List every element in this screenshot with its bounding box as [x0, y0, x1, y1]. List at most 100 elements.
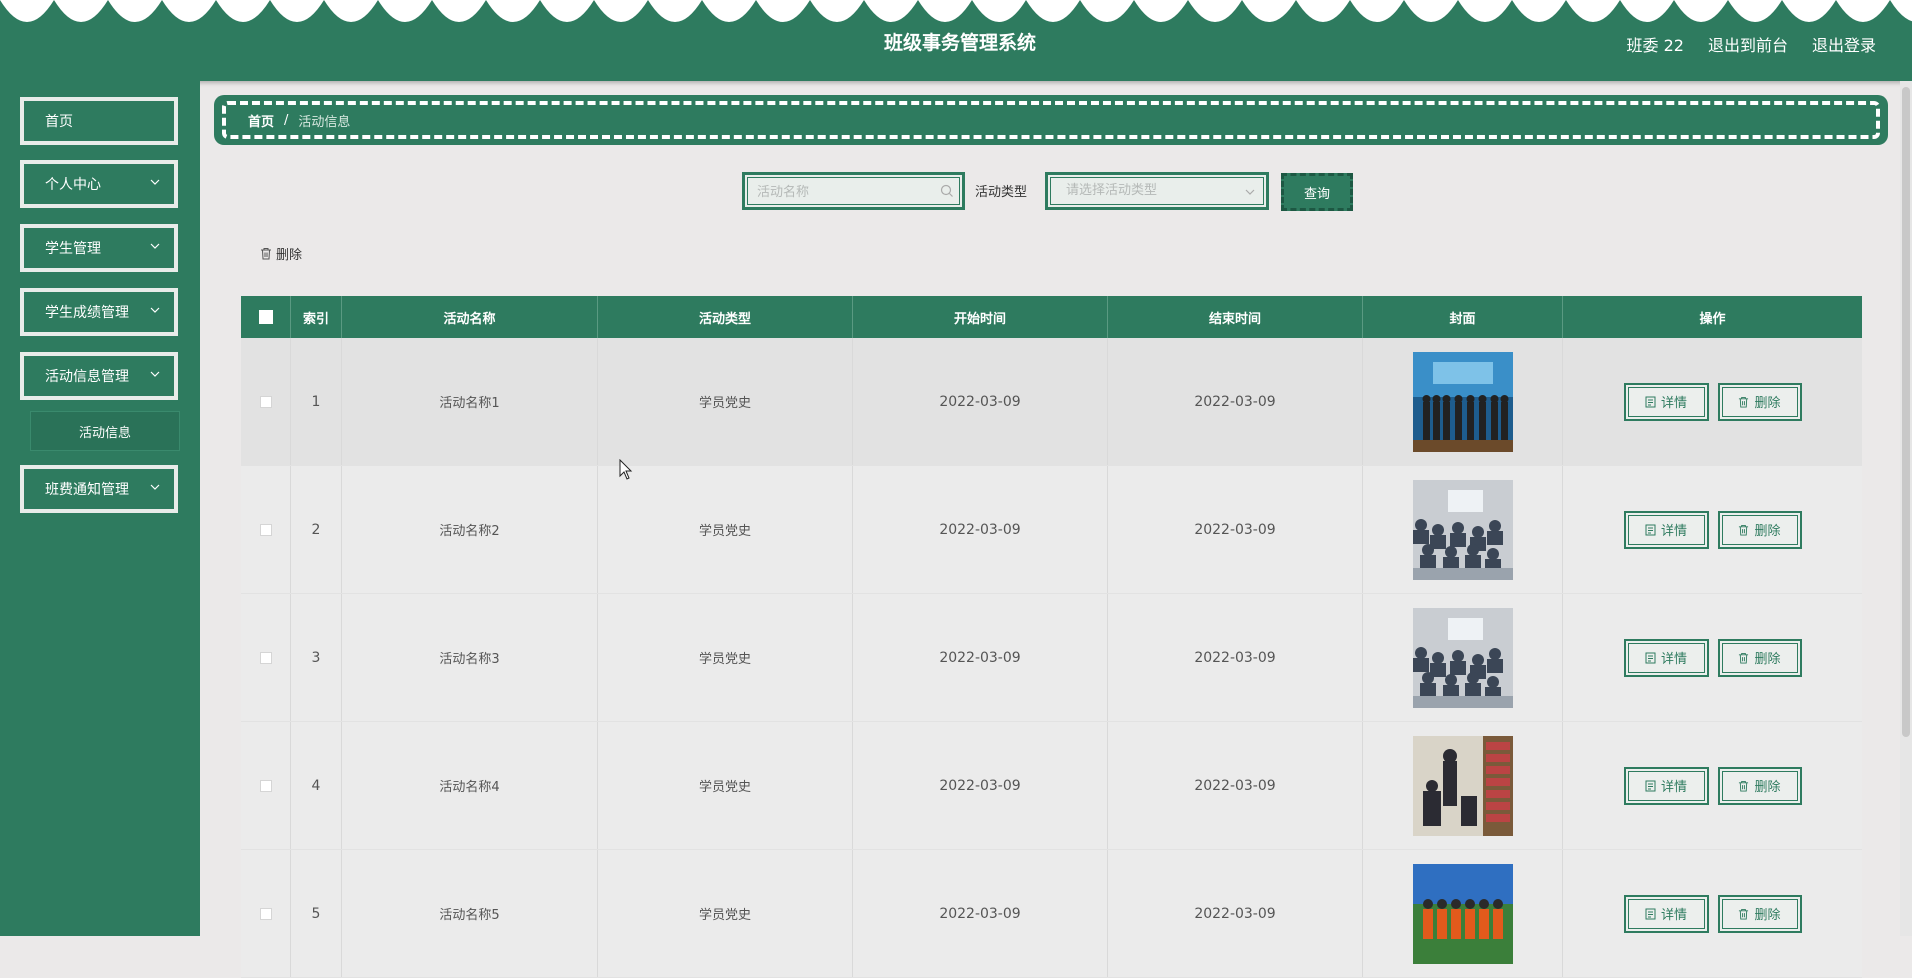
sidebar-item-label: 活动信息管理 — [45, 369, 129, 385]
header-activity-name[interactable]: 活动名称 — [342, 296, 598, 338]
delete-button[interactable]: 删除 — [1717, 894, 1802, 933]
header-activity-type[interactable]: 活动类型 — [598, 296, 853, 338]
cover-image[interactable] — [1412, 607, 1513, 708]
table-header: 索引 活动名称 活动类型 开始时间 结束时间 封面 操作 — [241, 296, 1862, 338]
cell-activity-type: 学员党史 — [598, 594, 853, 721]
scrollbar-thumb[interactable] — [1902, 87, 1910, 737]
delete-button[interactable]: 删除 — [1717, 766, 1802, 805]
sidebar-item-home[interactable]: 首页 — [20, 97, 178, 145]
chevron-down-icon — [1245, 189, 1255, 195]
chevron-down-icon — [150, 179, 160, 185]
breadcrumb: 首页 / 活动信息 — [214, 95, 1888, 145]
activity-type-placeholder: 请选择活动类型 — [1066, 183, 1158, 198]
sidebar-item-label: 班费通知管理 — [45, 482, 129, 498]
sidebar-item-label: 首页 — [45, 114, 73, 130]
cell-activity-name: 活动名称1 — [342, 338, 598, 465]
detail-label: 详情 — [1660, 780, 1687, 795]
logout-link[interactable]: 退出登录 — [1812, 32, 1876, 56]
sidebar-item-student-management[interactable]: 学生管理 — [20, 224, 178, 272]
chevron-down-icon — [150, 243, 160, 249]
delete-label: 删除 — [1754, 524, 1781, 539]
activity-name-input[interactable] — [755, 180, 939, 204]
delete-button[interactable]: 删除 — [1717, 638, 1802, 677]
cover-image[interactable] — [1412, 479, 1513, 580]
header-cover: 封面 — [1363, 296, 1563, 338]
user-name: 班委 22 — [1626, 36, 1684, 55]
delete-button[interactable]: 删除 — [1717, 510, 1802, 549]
row-checkbox[interactable] — [259, 395, 272, 408]
sidebar: 首页 个人中心 学生管理 学生成绩管理 活动信息管理 活动信息 班费通知管理 — [0, 81, 200, 936]
cover-image[interactable] — [1412, 863, 1513, 964]
search-icon — [940, 184, 953, 197]
table-row: 2 活动名称2 学员党史 2022-03-09 2022-03-09 详情 删除 — [241, 466, 1862, 594]
sidebar-item-label: 个人中心 — [45, 177, 101, 193]
activity-type-select[interactable]: 请选择活动类型 — [1045, 172, 1269, 210]
table-row: 4 活动名称4 学员党史 2022-03-09 2022-03-09 详情 删除 — [241, 722, 1862, 850]
cell-index: 3 — [291, 594, 342, 721]
chevron-down-icon — [150, 371, 160, 377]
cell-index: 2 — [291, 466, 342, 593]
detail-button[interactable]: 详情 — [1623, 638, 1709, 677]
cell-activity-type: 学员党史 — [598, 338, 853, 465]
chevron-down-icon — [150, 484, 160, 490]
chevron-down-icon — [150, 307, 160, 313]
cell-index: 1 — [291, 338, 342, 465]
cell-activity-type: 学员党史 — [598, 850, 853, 977]
cell-activity-name: 活动名称3 — [342, 594, 598, 721]
delete-label: 删除 — [1754, 908, 1781, 923]
cell-index: 5 — [291, 850, 342, 977]
cell-end-time: 2022-03-09 — [1108, 722, 1363, 849]
trash-icon — [1739, 524, 1749, 535]
activity-table: 索引 活动名称 活动类型 开始时间 结束时间 封面 操作 1 活动名称1 学员党史 2… — [241, 296, 1862, 978]
sidebar-item-personal-center[interactable]: 个人中心 — [20, 160, 178, 208]
breadcrumb-home[interactable]: 首页 — [248, 111, 274, 130]
cover-image[interactable] — [1412, 735, 1513, 836]
cell-start-time: 2022-03-09 — [853, 594, 1108, 721]
delete-label: 删除 — [1754, 652, 1781, 667]
row-checkbox[interactable] — [259, 779, 272, 792]
cell-start-time: 2022-03-09 — [853, 850, 1108, 977]
cover-image[interactable] — [1412, 351, 1513, 452]
sidebar-subitem-activity-info[interactable]: 活动信息 — [30, 411, 180, 451]
detail-button[interactable]: 详情 — [1623, 382, 1709, 421]
header-end-time[interactable]: 结束时间 — [1108, 296, 1363, 338]
breadcrumb-current: 活动信息 — [298, 114, 351, 130]
breadcrumb-separator: / — [284, 112, 289, 128]
app-title: 班级事务管理系统 — [883, 32, 1036, 54]
row-checkbox[interactable] — [259, 523, 272, 536]
row-checkbox[interactable] — [259, 907, 272, 920]
sidebar-item-activity-management[interactable]: 活动信息管理 — [20, 352, 178, 400]
page-scrollbar[interactable] — [1900, 81, 1912, 936]
header-actions: 操作 — [1699, 311, 1726, 327]
trash-icon — [1739, 396, 1749, 407]
sidebar-item-fee-notice-management[interactable]: 班费通知管理 — [20, 465, 178, 513]
query-button[interactable]: 查询 — [1281, 173, 1353, 211]
detail-button[interactable]: 详情 — [1623, 894, 1709, 933]
row-checkbox[interactable] — [259, 651, 272, 664]
cell-activity-type: 学员党史 — [598, 466, 853, 593]
delete-label: 删除 — [1754, 780, 1781, 795]
batch-delete-button[interactable]: 删除 — [260, 244, 302, 263]
cell-activity-type: 学员党史 — [598, 722, 853, 849]
mouse-cursor-icon — [619, 459, 633, 480]
trash-icon — [261, 248, 271, 260]
document-icon — [1645, 908, 1656, 919]
cell-end-time: 2022-03-09 — [1108, 594, 1363, 721]
cell-end-time: 2022-03-09 — [1108, 850, 1363, 977]
table-row: 3 活动名称3 学员党史 2022-03-09 2022-03-09 详情 删除 — [241, 594, 1862, 722]
detail-button[interactable]: 详情 — [1623, 766, 1709, 805]
sidebar-item-score-management[interactable]: 学生成绩管理 — [20, 288, 178, 336]
header-start-time[interactable]: 开始时间 — [853, 296, 1108, 338]
top-header: 班级事务管理系统 班委 22 退出到前台 退出登录 — [0, 0, 1912, 81]
detail-button[interactable]: 详情 — [1623, 510, 1709, 549]
document-icon — [1645, 652, 1656, 663]
document-icon — [1645, 780, 1656, 791]
exit-to-front-link[interactable]: 退出到前台 — [1708, 32, 1788, 56]
cell-start-time: 2022-03-09 — [853, 466, 1108, 593]
detail-label: 详情 — [1660, 524, 1687, 539]
select-all-checkbox[interactable] — [258, 310, 273, 324]
cell-start-time: 2022-03-09 — [853, 722, 1108, 849]
delete-button[interactable]: 删除 — [1717, 382, 1802, 421]
document-icon — [1645, 396, 1656, 407]
table-row: 1 活动名称1 学员党史 2022-03-09 2022-03-09 详情 删除 — [241, 338, 1862, 466]
